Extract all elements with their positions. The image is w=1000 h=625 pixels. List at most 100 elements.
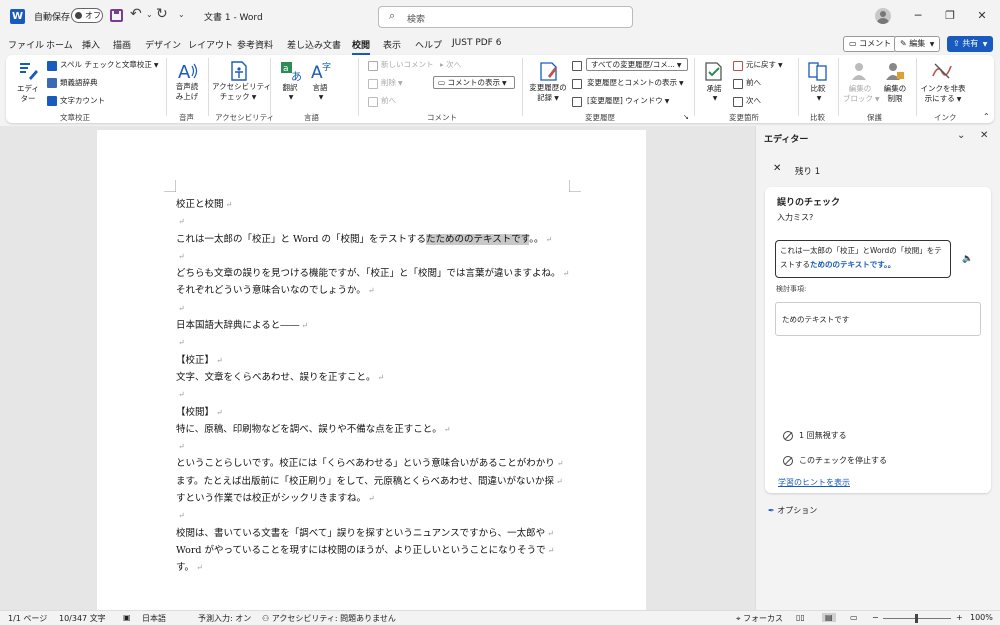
tab-help[interactable]: ヘルプ	[415, 38, 442, 51]
document-paragraph[interactable]: ↵	[176, 300, 576, 317]
document-paragraph[interactable]: 文字、文章をくらべあわせ、誤りを正すこと。 ↵	[176, 369, 576, 386]
translate-button[interactable]: 翻訳 ▼	[277, 83, 303, 103]
tracking-dialog-launcher-icon[interactable]: ↘	[683, 112, 689, 122]
tab-file[interactable]: ファイル	[8, 38, 44, 51]
tab-layout[interactable]: レイアウト	[188, 38, 233, 51]
redo-icon[interactable]: ↻	[156, 6, 168, 22]
read-aloud-button[interactable]: 音声読 み上げ	[170, 82, 204, 102]
show-markup-button[interactable]: 変更履歴とコメントの表示 ▼	[587, 78, 684, 89]
tab-just-pdf[interactable]: JUST PDF 6	[452, 38, 501, 48]
stop-checking-button[interactable]: このチェックを停止する	[783, 455, 887, 466]
document-paragraph[interactable]: これは一太郎の「校正」と Word の「校閲」をテストするたためののテキストです…	[176, 231, 576, 248]
zoom-slider-thumb[interactable]	[915, 614, 918, 623]
document-paragraph[interactable]: すという作業では校正がシックリきますね。 ↵	[176, 490, 576, 507]
autosave-toggle[interactable]: オフ	[71, 8, 103, 23]
next-change-button[interactable]: 次へ	[746, 96, 761, 106]
dismiss-icon[interactable]: ✕	[773, 163, 781, 174]
zoom-in-icon[interactable]: +	[956, 613, 963, 622]
comments-button[interactable]: ▭ コメント	[843, 36, 898, 52]
document-paragraph[interactable]: ということらしいです。校正には「くらべあわせる」という意味合いがあることがわかり…	[176, 455, 576, 472]
hide-ink-button[interactable]: インクを非表 示にする ▼	[919, 84, 967, 105]
tab-home[interactable]: ホーム	[46, 38, 73, 51]
document-paragraph[interactable]: 校正と校閲 ↵	[176, 196, 576, 213]
reject-button[interactable]: 元に戻す ▼	[746, 60, 783, 71]
search-input[interactable]: ⌕ 検索	[378, 6, 633, 28]
ignore-once-button[interactable]: 1 回無視する	[783, 430, 847, 441]
accessibility-status[interactable]: ⚇ アクセシビリティ: 問題ありません	[262, 613, 396, 624]
read-mode-icon[interactable]: ▯▯	[796, 613, 805, 622]
language-status[interactable]: 日本語	[142, 613, 166, 624]
quick-access-more-icon[interactable]: ⌄	[178, 10, 185, 19]
undo-dropdown-icon[interactable]: ⌄	[146, 10, 153, 19]
show-comments-button[interactable]: ▭ コメントの表示 ▼	[433, 76, 515, 89]
save-icon[interactable]	[110, 9, 123, 22]
minimize-icon[interactable]: ─	[906, 6, 930, 26]
tab-draw[interactable]: 描画	[113, 38, 131, 51]
zoom-out-icon[interactable]: −	[872, 613, 879, 622]
zoom-level[interactable]: 100%	[970, 613, 993, 622]
flagged-text[interactable]: たためののテキストです	[426, 233, 530, 245]
focus-mode-button[interactable]: ⌖ フォーカス	[736, 613, 783, 624]
web-layout-icon[interactable]: ▭	[850, 613, 858, 622]
document-paragraph[interactable]: ↵	[176, 386, 576, 403]
document-paragraph[interactable]: ↵	[176, 334, 576, 351]
thesaurus-button[interactable]: 類義語辞典	[60, 78, 98, 88]
block-authors-button[interactable]: 編集の ブロック ▼	[843, 84, 880, 105]
document-paragraph[interactable]: ↵	[176, 248, 576, 265]
editor-options-button[interactable]: ✒ オプション	[768, 505, 817, 516]
share-button[interactable]: ⇪ 共有 ▼	[947, 36, 994, 52]
document-paragraph[interactable]: それぞれどういう意味合いなのでしょうか。 ↵	[176, 282, 576, 299]
document-paragraph[interactable]: 特に、原稿、印刷物などを調べ、誤りや不備な点を正すこと。 ↵	[176, 421, 576, 438]
restore-icon[interactable]: ❐	[938, 6, 962, 26]
pane-options-icon[interactable]: ⌄	[957, 130, 965, 141]
tab-view[interactable]: 表示	[383, 38, 401, 51]
document-paragraph[interactable]: 【校正】 ↵	[176, 352, 576, 369]
document-paragraph[interactable]: ↵	[176, 507, 576, 524]
document-paragraph[interactable]: Word がやっていることを現すには校閲のほうが、より正しいということになりそう…	[176, 542, 576, 559]
undo-icon[interactable]: ↶	[130, 6, 142, 22]
speaker-icon[interactable]: 🔈	[962, 254, 973, 264]
spelling-grammar-button[interactable]: スペル チェックと文章校正 ▼	[60, 60, 158, 71]
check-accessibility-button[interactable]: アクセシビリティ チェック ▼	[212, 82, 271, 103]
document-paragraph[interactable]: どちらも文章の誤りを見つける機能ですが、「校正」と「校閲」では言葉が違いますよね…	[176, 265, 576, 282]
tab-mailings[interactable]: 差し込み文書	[287, 38, 341, 51]
accept-button[interactable]: 承諾 ▼	[701, 84, 727, 104]
page-count[interactable]: 1/1 ページ	[8, 613, 47, 624]
document-paragraph[interactable]: ↵	[176, 213, 576, 230]
compare-button[interactable]: 比較 ▼	[805, 84, 831, 104]
user-avatar[interactable]	[875, 8, 891, 24]
document-paragraph[interactable]: 日本国語大辞典によると―― ↵	[176, 317, 576, 334]
close-icon[interactable]: ✕	[970, 6, 994, 26]
delete-comment-button[interactable]: 削除 ▼	[381, 78, 403, 89]
previous-comment-button[interactable]: 前へ	[381, 96, 396, 106]
learning-tips-link[interactable]: 学習のヒントを表示	[778, 477, 850, 488]
print-layout-icon[interactable]: ▤	[822, 613, 836, 622]
document-paragraph[interactable]: 校閲は、書いている文書を「調べて」誤りを探すというニュアンスですから、一太郎や ↵	[176, 525, 576, 542]
reviewing-pane-button[interactable]: [変更履歴] ウィンドウ ▼	[587, 96, 669, 107]
collapse-ribbon-icon[interactable]: ⌃	[983, 112, 990, 122]
document-paragraph[interactable]: す。 ↵	[176, 559, 576, 576]
close-pane-icon[interactable]: ✕	[980, 130, 988, 141]
document-paragraph[interactable]: ます。たとえば出版前に「校正刷り」をして、元原稿とくらべあわせ、間違いがないか探…	[176, 473, 576, 490]
proofing-status-icon[interactable]: ▣	[123, 613, 131, 622]
document-paragraph[interactable]: ↵	[176, 438, 576, 455]
tab-insert[interactable]: 挿入	[82, 38, 100, 51]
text-prediction-status[interactable]: 予測入力: オン	[198, 613, 251, 624]
restrict-editing-button[interactable]: 編集の 制限	[879, 84, 911, 104]
markup-select[interactable]: すべての変更履歴/コメ... ▼	[586, 58, 688, 71]
editor-button[interactable]: エディ ター	[15, 84, 41, 104]
language-button[interactable]: 言語 ▼	[307, 83, 333, 103]
previous-change-button[interactable]: 前へ	[746, 78, 761, 88]
track-changes-button[interactable]: 変更履歴の 記録 ▼	[525, 83, 571, 104]
word-count[interactable]: 10/347 文字	[59, 613, 106, 624]
suggestion-option[interactable]: ためのテキストです	[775, 302, 981, 336]
editing-mode-button[interactable]: ✎ 編集 ▼	[894, 36, 941, 52]
tab-references[interactable]: 参考資料	[237, 38, 273, 51]
document-body[interactable]: 校正と校閲 ↵ ↵ これは一太郎の「校正」と Word の「校閲」をテストするたための…	[176, 196, 576, 577]
document-paragraph[interactable]: 【校閲】 ↵	[176, 404, 576, 421]
word-count-button[interactable]: 文字カウント	[60, 96, 105, 106]
new-comment-button[interactable]: 新しいコメント	[381, 60, 434, 70]
next-comment-button[interactable]: ▸ 次へ	[440, 60, 461, 70]
tab-design[interactable]: デザイン	[145, 38, 181, 51]
tab-review[interactable]: 校閲	[352, 38, 371, 55]
